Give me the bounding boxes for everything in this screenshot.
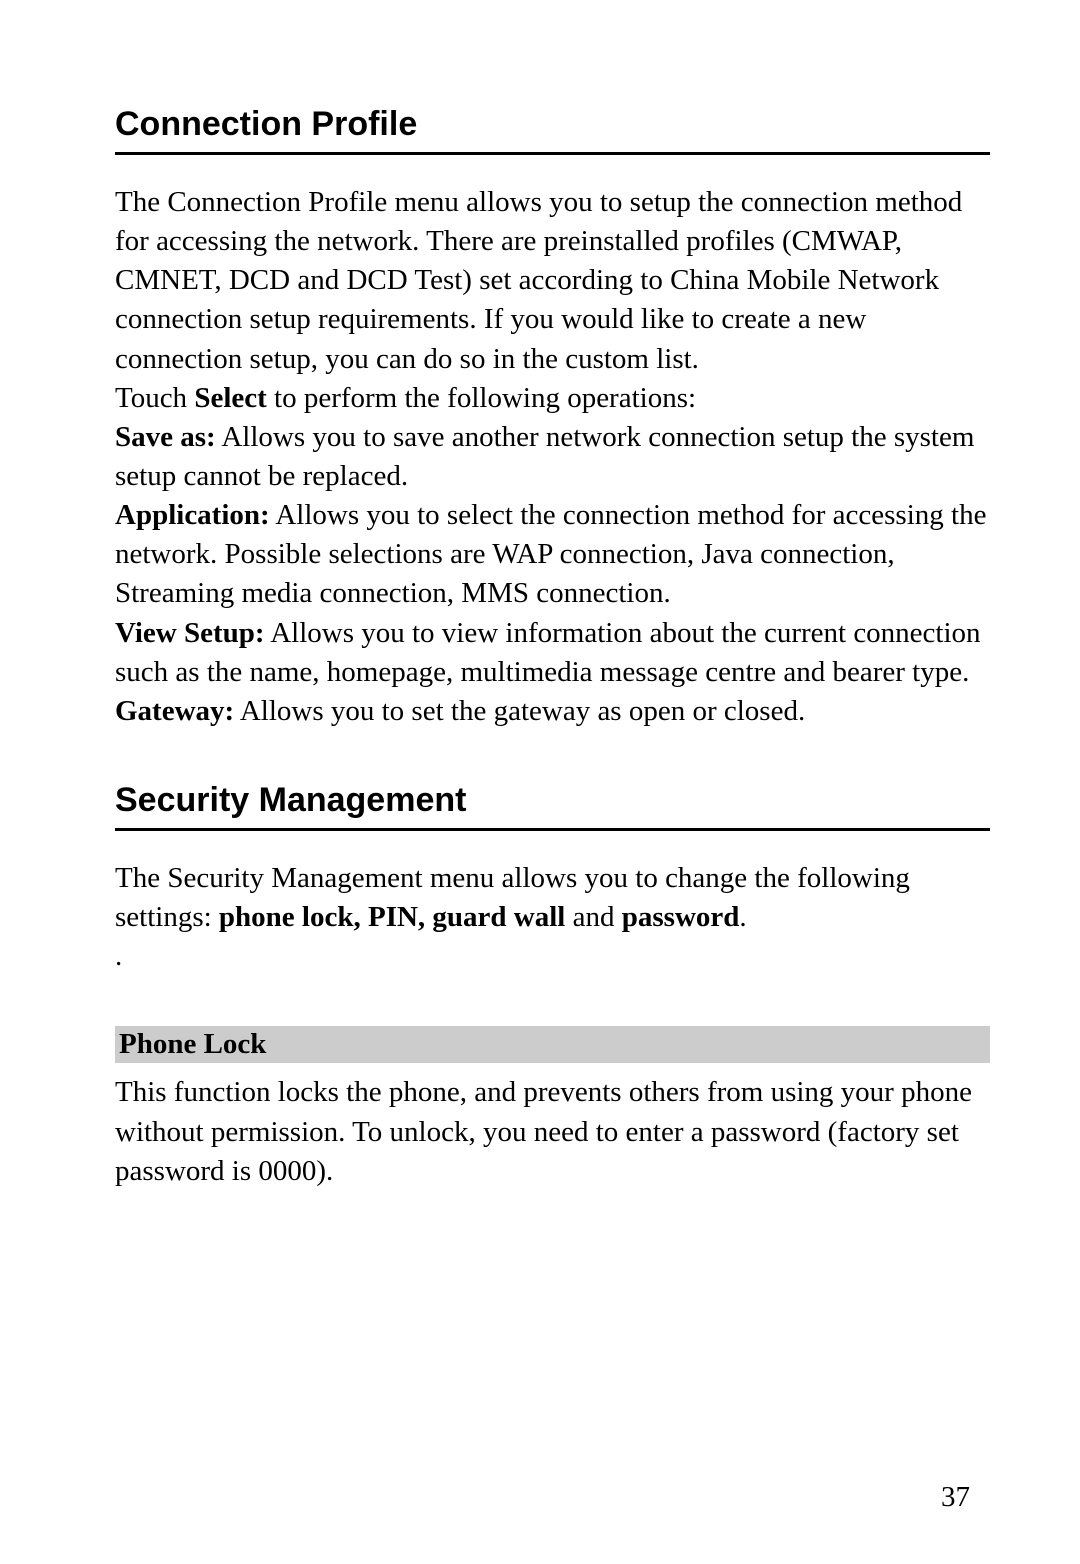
application-label: Application:: [115, 499, 270, 531]
page-number: 37: [941, 1481, 970, 1514]
security-intro-bold: phone lock, PIN, guard wall: [219, 901, 565, 933]
gateway-label: Gateway:: [115, 695, 234, 727]
gateway-text: Allows you to set the gateway as open or…: [234, 695, 805, 727]
touch-select-line: Touch Select to perform the following op…: [115, 379, 990, 418]
application-line: Application: Allows you to select the co…: [115, 496, 990, 613]
security-intro-mid: and: [565, 901, 621, 933]
connection-profile-intro: The Connection Profile menu allows you t…: [115, 183, 990, 379]
save-as-line: Save as: Allows you to save another netw…: [115, 418, 990, 496]
security-management-heading: Security Management: [115, 781, 990, 831]
stray-dot: .: [115, 937, 990, 976]
security-intro-bold2: password: [622, 901, 740, 933]
touch-prefix: Touch: [115, 382, 194, 414]
view-setup-line: View Setup: Allows you to view informati…: [115, 614, 990, 692]
save-as-label: Save as:: [115, 421, 216, 453]
connection-profile-heading: Connection Profile: [115, 105, 990, 155]
touch-suffix: to perform the following operations:: [267, 382, 696, 414]
view-setup-label: View Setup:: [115, 617, 265, 649]
security-intro-suffix: .: [739, 901, 746, 933]
security-intro: The Security Management menu allows you …: [115, 859, 990, 937]
touch-select-bold: Select: [194, 382, 266, 414]
security-management-body: The Security Management menu allows you …: [115, 859, 990, 976]
gateway-line: Gateway: Allows you to set the gateway a…: [115, 692, 990, 731]
save-as-text: Allows you to save another network conne…: [115, 421, 974, 492]
phone-lock-text: This function locks the phone, and preve…: [115, 1073, 990, 1190]
connection-profile-body: The Connection Profile menu allows you t…: [115, 183, 990, 731]
phone-lock-subheading: Phone Lock: [115, 1026, 990, 1063]
